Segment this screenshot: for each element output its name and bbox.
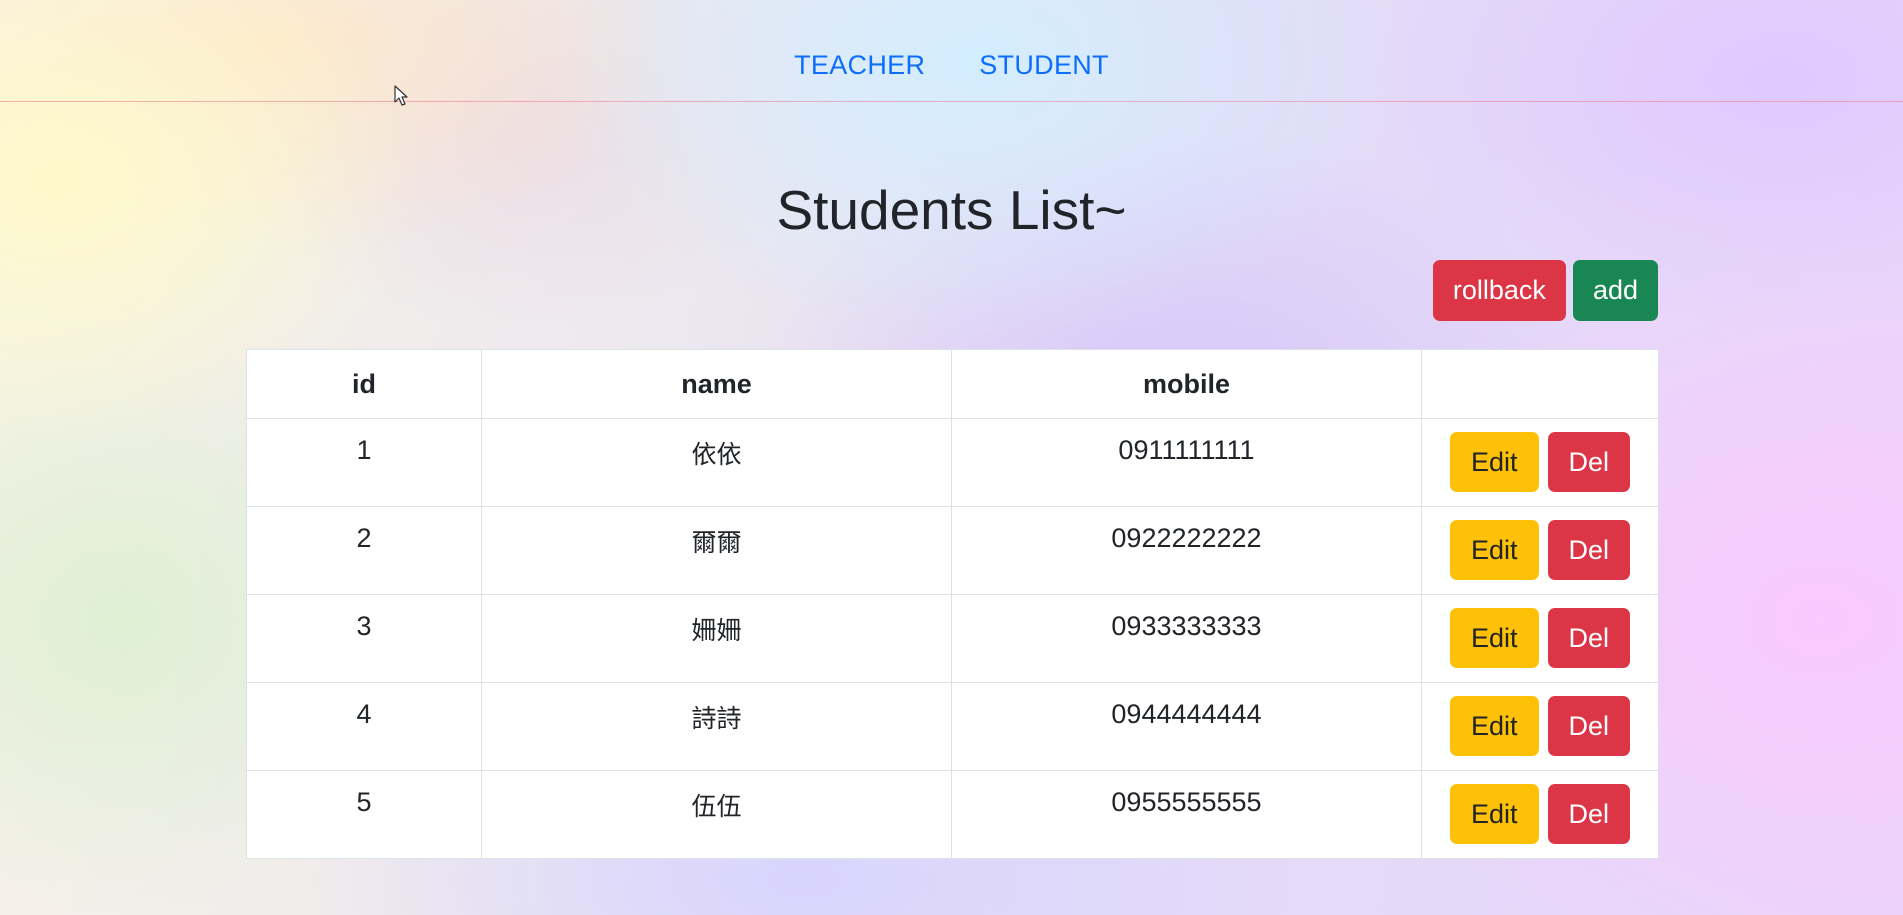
column-header-mobile: mobile (951, 349, 1422, 419)
cell-mobile: 0911111111 (951, 418, 1422, 507)
column-header-actions (1421, 349, 1659, 419)
cell-mobile: 0944444444 (951, 682, 1422, 771)
cell-id: 4 (246, 682, 482, 771)
cell-actions: Edit Del (1421, 594, 1659, 683)
delete-button[interactable]: Del (1547, 784, 1631, 844)
page-title: Students List~ (776, 179, 1127, 241)
table-row: 2 爾爾 0922222222 Edit Del (246, 506, 1659, 595)
edit-button[interactable]: Edit (1449, 432, 1539, 492)
cell-name: 伍伍 (481, 770, 952, 859)
edit-button[interactable]: Edit (1449, 784, 1539, 844)
edit-button[interactable]: Edit (1449, 608, 1539, 668)
delete-button[interactable]: Del (1547, 696, 1631, 756)
edit-button[interactable]: Edit (1449, 520, 1539, 580)
navbar: TEACHER STUDENT (0, 0, 1903, 102)
table-row: 4 詩詩 0944444444 Edit Del (246, 682, 1659, 771)
toolbar-actions: rollback add (1432, 260, 1658, 321)
row-actions: Edit Del (1423, 608, 1657, 668)
row-actions: Edit Del (1423, 520, 1657, 580)
cell-actions: Edit Del (1421, 770, 1659, 859)
cell-actions: Edit Del (1421, 682, 1659, 771)
cell-actions: Edit Del (1421, 418, 1659, 507)
cell-id: 5 (246, 770, 482, 859)
cell-name: 姍姍 (481, 594, 952, 683)
column-header-id: id (246, 349, 482, 419)
cell-id: 1 (246, 418, 482, 507)
table-row: 1 依依 0911111111 Edit Del (246, 418, 1659, 507)
row-actions: Edit Del (1423, 696, 1657, 756)
cell-name: 依依 (481, 418, 952, 507)
mouse-pointer-icon (394, 85, 408, 106)
nav-link-teacher[interactable]: TEACHER (794, 50, 925, 81)
table-row: 5 伍伍 0955555555 Edit Del (246, 770, 1659, 859)
table-header-row: id name mobile (246, 349, 1659, 419)
edit-button[interactable]: Edit (1449, 696, 1539, 756)
cell-id: 3 (246, 594, 482, 683)
row-actions: Edit Del (1423, 784, 1657, 844)
table-row: 3 姍姍 0933333333 Edit Del (246, 594, 1659, 683)
students-table-container: id name mobile 1 依依 0911111111 Edit Del … (246, 349, 1659, 859)
cell-id: 2 (246, 506, 482, 595)
column-header-name: name (481, 349, 952, 419)
cell-mobile: 0955555555 (951, 770, 1422, 859)
cell-name: 詩詩 (481, 682, 952, 771)
rollback-button[interactable]: rollback (1432, 260, 1566, 321)
row-actions: Edit Del (1423, 432, 1657, 492)
cell-name: 爾爾 (481, 506, 952, 595)
delete-button[interactable]: Del (1547, 608, 1631, 668)
delete-button[interactable]: Del (1547, 432, 1631, 492)
cell-mobile: 0922222222 (951, 506, 1422, 595)
cell-actions: Edit Del (1421, 506, 1659, 595)
nav-links: TEACHER STUDENT (0, 50, 1903, 81)
cell-mobile: 0933333333 (951, 594, 1422, 683)
nav-link-student[interactable]: STUDENT (979, 50, 1109, 81)
students-table: id name mobile 1 依依 0911111111 Edit Del … (246, 349, 1659, 859)
delete-button[interactable]: Del (1547, 520, 1631, 580)
add-button[interactable]: add (1572, 260, 1658, 321)
